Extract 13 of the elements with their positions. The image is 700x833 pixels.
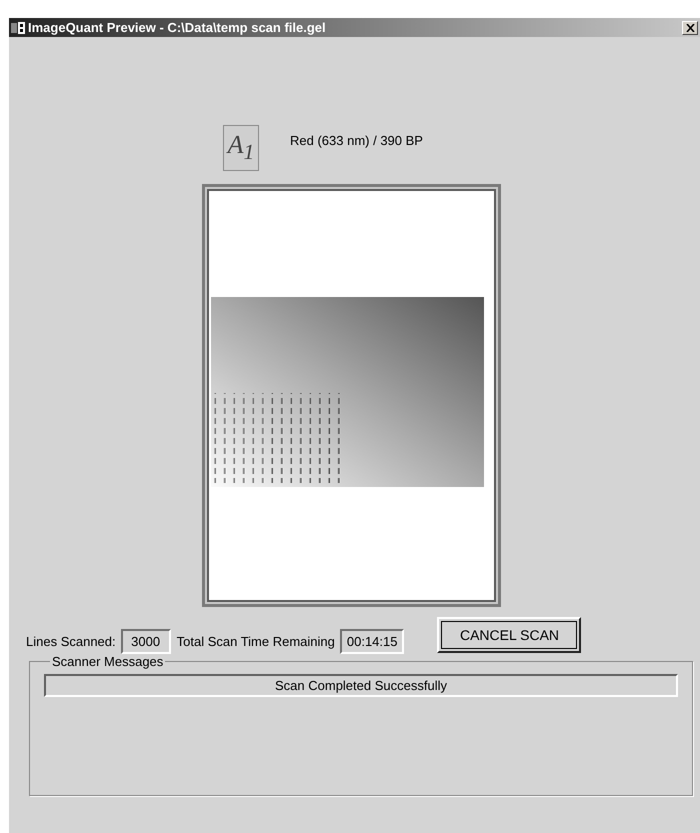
group-title: Scanner Messages [51, 654, 164, 669]
close-button[interactable] [682, 20, 698, 34]
app-icon [11, 22, 25, 34]
lines-scanned-field: 3000 [120, 629, 171, 654]
cancel-scan-button[interactable]: CANCEL SCAN [437, 616, 582, 652]
time-remaining-field: 00:14:15 [340, 629, 404, 654]
window-title: ImageQuant Preview - C:\Data\temp scan file.gel [28, 20, 327, 35]
close-icon [686, 24, 694, 32]
message-field: Scan Completed Successfully [44, 674, 678, 697]
channel-badge: A$_{1}$ [223, 125, 259, 171]
channel-label: Red (633 nm) / 390 BP [290, 133, 423, 148]
time-remaining-label: Total Scan Time Remaining [176, 634, 335, 649]
lines-scanned-label: Lines Scanned: [26, 634, 116, 649]
